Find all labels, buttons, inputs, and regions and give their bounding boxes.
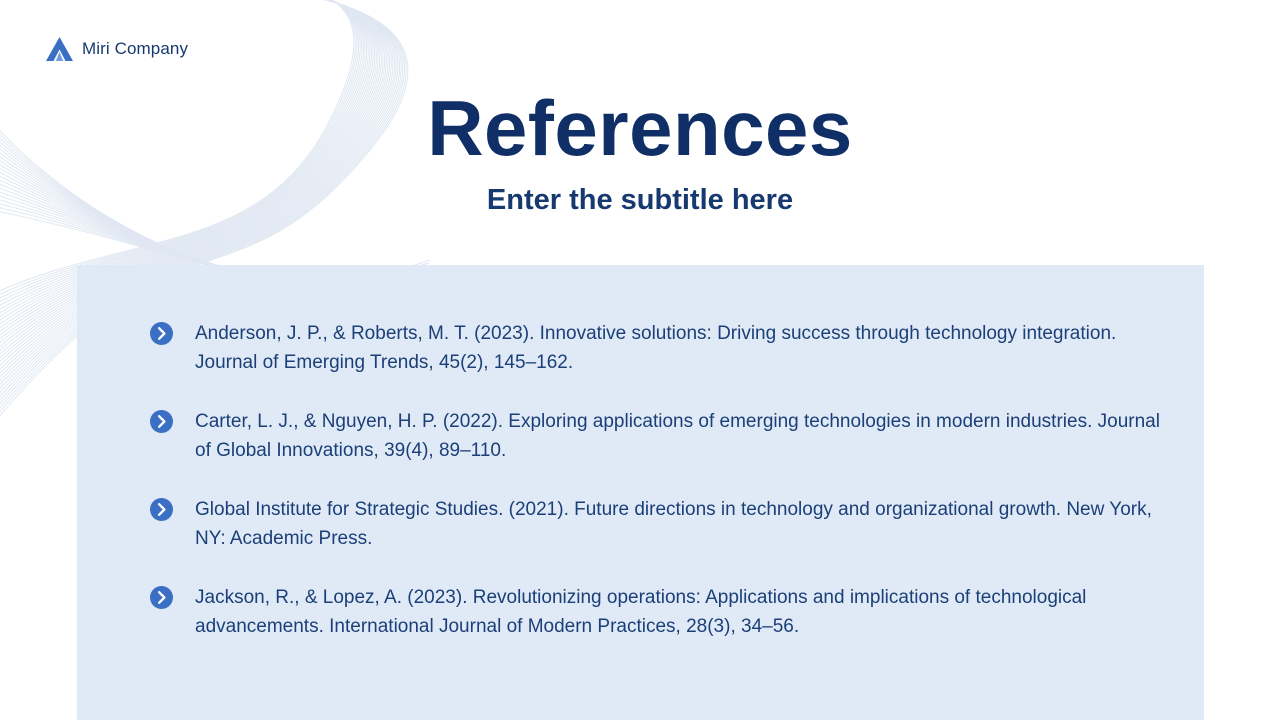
reference-item: Jackson, R., & Lopez, A. (2023). Revolut… <box>150 583 1160 671</box>
brand: Miri Company <box>46 37 188 61</box>
chevron-right-circle-icon <box>150 322 173 345</box>
references-panel: Anderson, J. P., & Roberts, M. T. (2023)… <box>77 265 1204 720</box>
reference-text: Carter, L. J., & Nguyen, H. P. (2022). E… <box>195 411 1160 461</box>
chevron-right-circle-icon <box>150 498 173 521</box>
reference-item: Anderson, J. P., & Roberts, M. T. (2023)… <box>150 319 1160 407</box>
reference-item: Global Institute for Strategic Studies. … <box>150 495 1160 583</box>
chevron-right-circle-icon <box>150 410 173 433</box>
brand-name: Miri Company <box>82 39 189 58</box>
page-title: References <box>427 84 853 172</box>
reference-text: Jackson, R., & Lopez, A. (2023). Revolut… <box>195 587 1087 637</box>
references-list: Anderson, J. P., & Roberts, M. T. (2023)… <box>150 319 1160 671</box>
chevron-right-circle-icon <box>150 586 173 609</box>
reference-text: Global Institute for Strategic Studies. … <box>195 499 1152 549</box>
reference-text: Anderson, J. P., & Roberts, M. T. (2023)… <box>195 323 1117 373</box>
reference-item: Carter, L. J., & Nguyen, H. P. (2022). E… <box>150 407 1160 495</box>
page-subtitle: Enter the subtitle here <box>486 184 794 216</box>
triangle-logo-icon <box>46 37 73 61</box>
